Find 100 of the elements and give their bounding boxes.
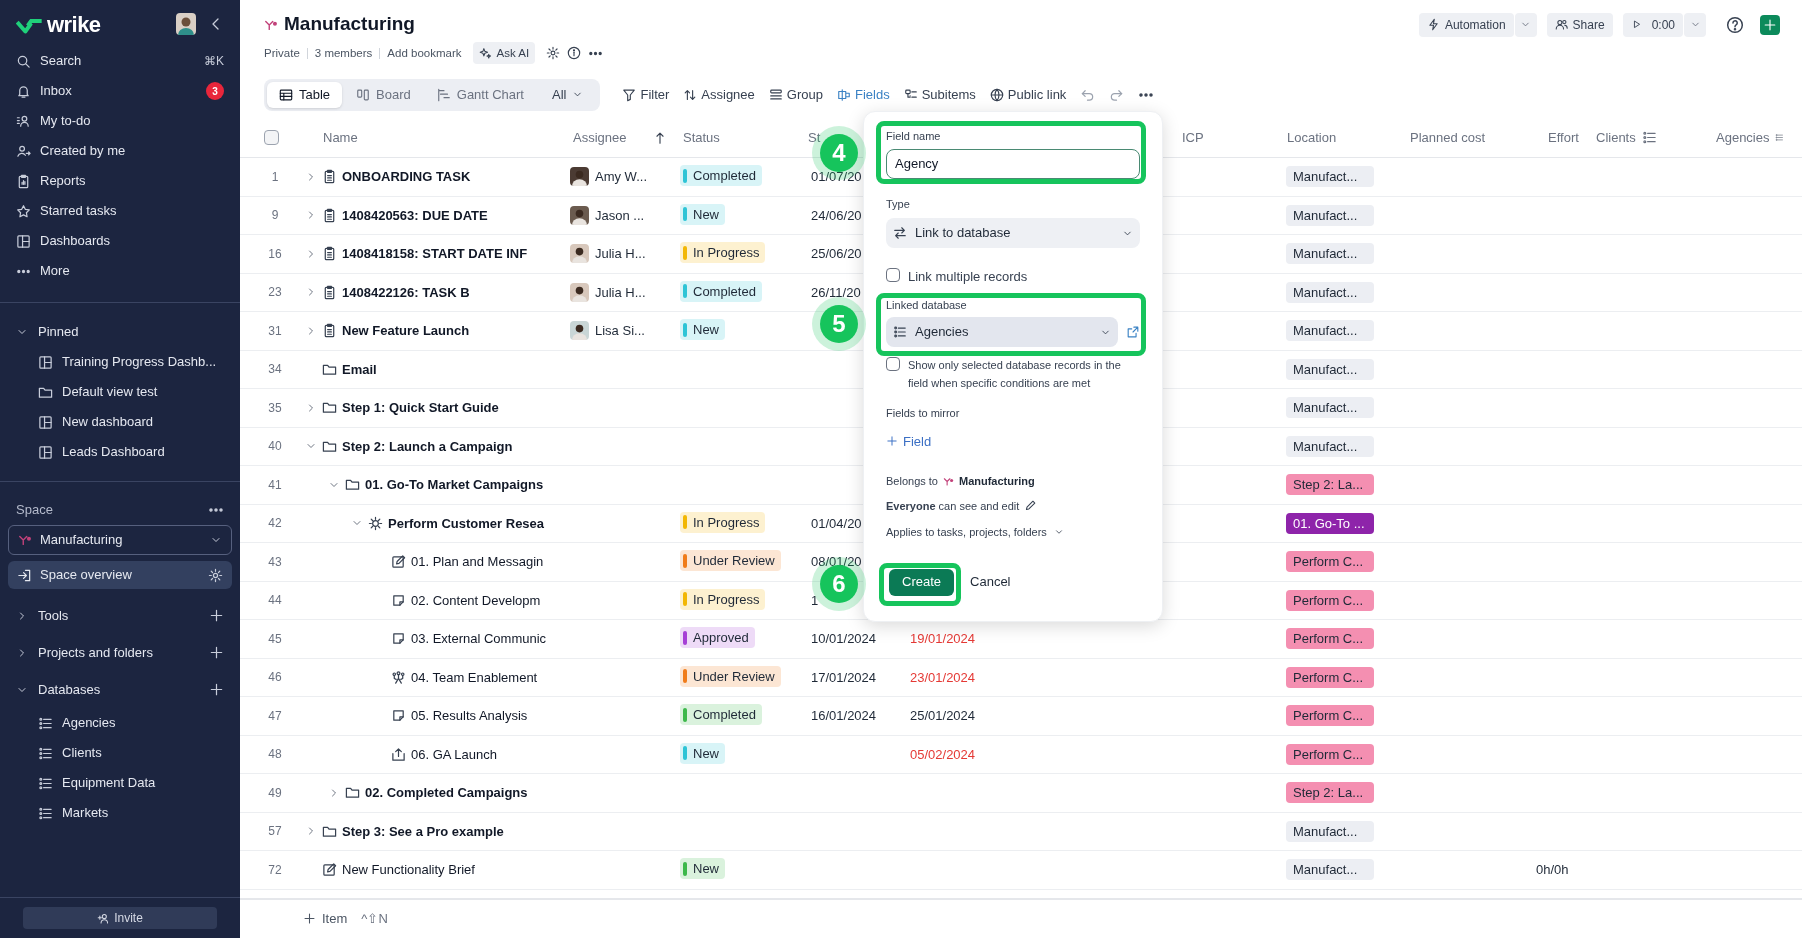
nav-item[interactable]: Reports (10, 166, 230, 196)
help-icon[interactable] (1726, 15, 1744, 34)
pinned-item[interactable]: New dashboard (0, 407, 240, 437)
toolbar-button[interactable]: Fields (836, 84, 890, 105)
status-pill[interactable]: New (680, 319, 725, 341)
pinned-item[interactable]: Training Progress Dashb... (0, 347, 240, 377)
status-pill[interactable]: In Progress (680, 242, 766, 264)
applies-to-dropdown[interactable]: Applies to tasks, projects, folders (886, 524, 1064, 541)
toolbar-button[interactable]: Public link (989, 84, 1067, 105)
ask-ai-button[interactable]: Ask AI (473, 42, 536, 65)
meta-text[interactable]: Private (264, 44, 300, 62)
section-header[interactable]: Pinned (0, 317, 240, 347)
create-button[interactable]: Create (889, 568, 955, 596)
bookmark-link[interactable]: Add bookmark (387, 44, 462, 62)
toolbar-button[interactable]: Filter (622, 84, 670, 105)
pinned-item[interactable]: Default view test (0, 377, 240, 407)
space-selector[interactable]: Manufacturing (8, 525, 232, 555)
nav-item[interactable]: My to-do (10, 106, 230, 136)
status-pill[interactable]: New (680, 858, 725, 880)
column-header[interactable]: Planned cost (1410, 128, 1486, 148)
database-item[interactable]: Clients (0, 738, 240, 768)
database-item[interactable]: Agencies (0, 708, 240, 738)
checkbox[interactable] (886, 268, 900, 282)
cancel-button[interactable]: Cancel (970, 572, 1011, 592)
location-tag[interactable]: Perform C... (1286, 551, 1374, 573)
status-pill[interactable]: New (680, 204, 725, 225)
location-tag[interactable]: Manufact... (1286, 359, 1374, 380)
location-tag[interactable]: Manufact... (1286, 320, 1374, 342)
add-icon[interactable] (209, 645, 224, 660)
space-overview-item[interactable]: Space overview (8, 561, 232, 589)
task-name[interactable]: Step 3: See a Pro example (342, 821, 504, 842)
task-name[interactable]: 05. Results Analysis (411, 706, 528, 726)
task-name[interactable]: Perform Customer Resea (388, 513, 545, 534)
nav-item[interactable]: Dashboards (10, 226, 230, 256)
add-button[interactable] (1760, 14, 1780, 35)
location-tag[interactable]: Manufact... (1286, 859, 1374, 881)
location-tag[interactable]: Manufact... (1286, 243, 1374, 265)
invite-button[interactable]: Invite (23, 907, 217, 929)
nav-item[interactable]: Created by me (10, 136, 230, 166)
add-item-button[interactable]: Item (303, 909, 348, 929)
nav-item[interactable]: Inbox 3 (10, 76, 230, 106)
location-tag[interactable]: Manufact... (1286, 397, 1374, 419)
sidebar-group[interactable]: Databases (0, 671, 240, 708)
task-name[interactable]: Step 2: Launch a Campaign (342, 436, 513, 457)
status-pill[interactable]: Under Review (680, 666, 781, 687)
column-header[interactable]: Agencies (1716, 128, 1770, 148)
location-tag[interactable]: Manufact... (1286, 166, 1374, 188)
location-tag[interactable]: Manufact... (1286, 436, 1374, 457)
add-field-link[interactable]: Field (886, 431, 932, 451)
pencil-icon[interactable] (1024, 499, 1038, 513)
share-button[interactable]: Share (1546, 12, 1613, 37)
column-header[interactable]: ICP (1182, 128, 1204, 148)
status-pill[interactable]: Completed (680, 704, 762, 726)
status-pill[interactable]: Completed (680, 165, 762, 187)
task-name[interactable]: 02. Completed Campaigns (365, 783, 528, 803)
status-pill[interactable]: Under Review (680, 550, 781, 572)
timer-button[interactable]: 0:00 (1622, 12, 1683, 37)
external-link-icon[interactable] (1126, 325, 1140, 339)
column-header[interactable]: Name (323, 128, 358, 148)
task-name[interactable]: New Functionality Brief (342, 860, 475, 880)
user-avatar[interactable] (176, 13, 196, 35)
status-pill[interactable]: New (680, 743, 725, 764)
task-name[interactable]: 1408420563: DUE DATE (342, 205, 488, 226)
task-name[interactable]: 1408422126: TASK B (342, 282, 470, 303)
column-header[interactable]: Effort (1548, 128, 1579, 148)
sidebar-group[interactable]: Projects and folders (0, 634, 240, 671)
status-pill[interactable]: Approved (680, 627, 755, 649)
nav-item[interactable]: Starred tasks (10, 196, 230, 226)
task-name[interactable]: 06. GA Launch (411, 744, 497, 765)
column-header[interactable]: Assignee (573, 128, 627, 148)
task-name[interactable]: 01. Go-To Market Campaigns (365, 475, 544, 495)
checkbox[interactable] (886, 357, 900, 371)
view-tab[interactable]: Table (267, 81, 343, 108)
location-tag[interactable]: Perform C... (1286, 590, 1374, 611)
task-name[interactable]: New Feature Launch (342, 321, 470, 341)
add-icon[interactable] (209, 608, 224, 623)
view-filter-dropdown[interactable]: All (538, 81, 598, 108)
task-name[interactable]: 03. External Communic (411, 629, 547, 649)
info-icon[interactable] (567, 46, 582, 61)
toolbar-button[interactable]: Assignee (683, 84, 755, 105)
select-all-checkbox[interactable] (263, 130, 279, 146)
toolbar-button[interactable]: Group (768, 84, 823, 105)
type-select[interactable]: Link to database (886, 218, 1140, 248)
task-name[interactable]: Step 1: Quick Start Guide (342, 398, 499, 418)
database-item[interactable]: Markets (0, 798, 240, 828)
location-tag[interactable]: Manufact... (1286, 821, 1374, 842)
automation-button[interactable]: Automation (1418, 12, 1514, 37)
task-name[interactable]: 02. Content Developm (411, 590, 541, 611)
location-tag[interactable]: Manufact... (1286, 282, 1374, 303)
location-tag[interactable]: Step 2: La... (1286, 474, 1374, 496)
task-name[interactable]: Email (342, 359, 377, 380)
sidebar-group[interactable]: Tools (0, 597, 240, 634)
field-name-input[interactable]: Agency (886, 148, 1140, 179)
undo-icon[interactable] (1080, 87, 1096, 103)
task-name[interactable]: 01. Plan and Messagin (411, 552, 544, 572)
database-item[interactable]: Equipment Data (0, 768, 240, 798)
toolbar-button[interactable]: Subitems (903, 84, 976, 105)
sort-arrow-icon[interactable] (653, 130, 667, 145)
location-tag[interactable]: Step 2: La... (1286, 782, 1374, 804)
column-header[interactable]: Status (683, 128, 720, 148)
